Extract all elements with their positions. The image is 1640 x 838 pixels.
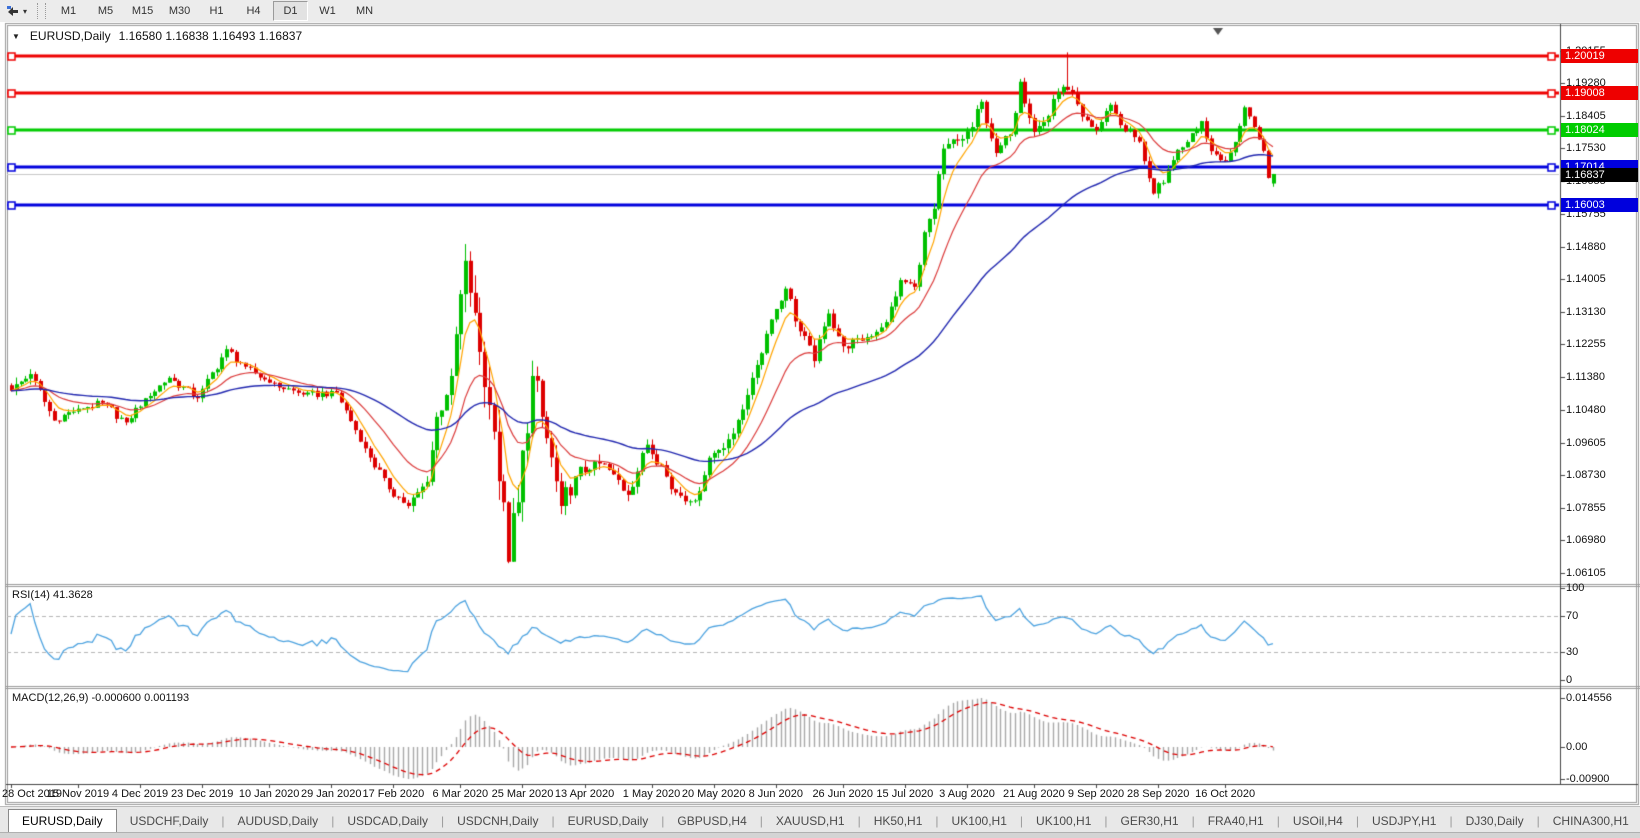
price-tick-label: 1.14880	[1566, 241, 1606, 253]
price-tick-label: 1.06105	[1566, 567, 1606, 579]
rsi-tick-label: 100	[1566, 582, 1584, 594]
chart-tab-1[interactable]: USDCHF,Daily	[117, 811, 222, 832]
price-tick-label: 1.14005	[1566, 273, 1606, 285]
timeframe-button-d1[interactable]: D1	[273, 1, 308, 21]
level-price-badge: 1.20019	[1561, 49, 1638, 63]
chart-tab-14[interactable]: USDJPY,H1	[1359, 811, 1449, 832]
macd-tick-label: -0.00900	[1566, 773, 1609, 785]
chart-tab-10[interactable]: UK100,H1	[1023, 811, 1104, 832]
chart-cursor-tool[interactable]: ▾	[0, 2, 33, 20]
chart-tab-2[interactable]: AUDUSD,Daily	[225, 811, 332, 832]
status-strip	[0, 832, 1640, 838]
chart-tab-12[interactable]: FRA40,H1	[1195, 811, 1277, 832]
chart-tab-11[interactable]: GER30,H1	[1108, 811, 1192, 832]
date-tick-label: 9 Sep 2020	[1068, 788, 1124, 801]
timeframe-buttons: M1M5M15M30H1H4D1W1MN	[50, 1, 383, 21]
price-tick-label: 1.18405	[1566, 110, 1606, 122]
chart-tab-7[interactable]: XAUUSD,H1	[763, 811, 858, 832]
current-price-badge: 1.16837	[1561, 168, 1638, 182]
macd-tick-label: 0.014556	[1566, 692, 1612, 704]
date-tick-label: 6 Mar 2020	[432, 788, 488, 801]
chevron-down-icon: ▾	[23, 7, 27, 16]
rsi-tick-label: 30	[1566, 646, 1578, 658]
toolbar-grip	[37, 3, 46, 19]
date-tick-label: 15 Nov 2019	[47, 788, 109, 801]
macd-tick-label: 0.00	[1566, 741, 1587, 753]
chart-tab-bar: EURUSD,DailyUSDCHF,Daily|AUDUSD,Daily|US…	[0, 806, 1640, 832]
timeframe-button-m1[interactable]: M1	[51, 1, 86, 21]
price-tick-label: 1.11380	[1566, 371, 1605, 383]
price-tick-label: 1.12255	[1566, 338, 1606, 350]
cursor-tool-icon	[6, 4, 20, 18]
chart-tab-0[interactable]: EURUSD,Daily	[8, 809, 117, 832]
date-tick-label: 13 Apr 2020	[555, 788, 614, 801]
timeframe-button-m5[interactable]: M5	[88, 1, 123, 21]
date-tick-label: 16 Oct 2020	[1195, 788, 1255, 801]
chart-symbol-label: EURUSD,Daily	[30, 29, 111, 43]
chart-tab-16[interactable]: CHINA300,H1	[1540, 811, 1640, 832]
date-tick-label: 21 Aug 2020	[1003, 788, 1065, 801]
rsi-indicator-label: RSI(14) 41.3628	[12, 589, 93, 601]
macd-indicator-label: MACD(12,26,9) -0.000600 0.001193	[12, 692, 189, 704]
level-price-badge: 1.19008	[1561, 86, 1638, 100]
price-tick-label: 1.09605	[1566, 437, 1606, 449]
date-tick-label: 8 Jun 2020	[749, 788, 803, 801]
chart-tab-13[interactable]: USOil,H4	[1280, 811, 1356, 832]
chart-tab-3[interactable]: USDCAD,Daily	[334, 811, 441, 832]
chart-tab-9[interactable]: UK100,H1	[939, 811, 1020, 832]
collapse-triangle-icon[interactable]: ▼	[12, 32, 20, 41]
price-chart-canvas[interactable]	[0, 22, 1640, 806]
price-tick-label: 1.17530	[1566, 142, 1606, 154]
level-price-badge: 1.18024	[1561, 123, 1638, 137]
rsi-tick-label: 0	[1566, 674, 1572, 686]
chart-ohlc-values: 1.16580 1.16838 1.16493 1.16837	[119, 29, 303, 43]
timeframe-button-w1[interactable]: W1	[310, 1, 345, 21]
date-tick-label: 20 May 2020	[682, 788, 746, 801]
price-tick-label: 1.07855	[1566, 502, 1606, 514]
date-tick-label: 4 Dec 2019	[112, 788, 168, 801]
date-tick-label: 28 Sep 2020	[1127, 788, 1189, 801]
timeframe-button-h4[interactable]: H4	[236, 1, 271, 21]
chart-tab-4[interactable]: USDCNH,Daily	[444, 811, 551, 832]
date-tick-label: 17 Feb 2020	[363, 788, 425, 801]
timeframe-button-mn[interactable]: MN	[347, 1, 382, 21]
chart-tab-15[interactable]: DJ30,Daily	[1453, 811, 1537, 832]
date-tick-label: 1 May 2020	[623, 788, 680, 801]
date-tick-label: 10 Jan 2020	[239, 788, 300, 801]
chart-tab-6[interactable]: GBPUSD,H4	[664, 811, 759, 832]
price-tick-label: 1.06980	[1566, 534, 1606, 546]
date-tick-label: 23 Dec 2019	[171, 788, 233, 801]
level-price-badge: 1.16003	[1561, 198, 1638, 212]
date-tick-label: 25 Mar 2020	[492, 788, 554, 801]
timeframe-toolbar: ▾ M1M5M15M30H1H4D1W1MN	[0, 0, 1640, 23]
timeframe-button-m30[interactable]: M30	[162, 1, 197, 21]
price-tick-label: 1.13130	[1566, 306, 1606, 318]
mt4-terminal: ▾ M1M5M15M30H1H4D1W1MN ▼ EURUSD,Daily 1.…	[0, 0, 1640, 838]
date-tick-label: 29 Jan 2020	[301, 788, 362, 801]
timeframe-button-h1[interactable]: H1	[199, 1, 234, 21]
chart-tab-5[interactable]: EURUSD,Daily	[555, 811, 662, 832]
timeframe-button-m15[interactable]: M15	[125, 1, 160, 21]
chart-title: ▼ EURUSD,Daily 1.16580 1.16838 1.16493 1…	[12, 29, 302, 43]
price-tick-label: 1.10480	[1566, 404, 1606, 416]
rsi-tick-label: 70	[1566, 610, 1578, 622]
date-tick-label: 15 Jul 2020	[876, 788, 933, 801]
chart-window: ▼ EURUSD,Daily 1.16580 1.16838 1.16493 1…	[0, 22, 1640, 806]
date-tick-label: 26 Jun 2020	[812, 788, 873, 801]
date-tick-label: 3 Aug 2020	[939, 788, 995, 801]
price-tick-label: 1.08730	[1566, 469, 1606, 481]
chart-tab-8[interactable]: HK50,H1	[861, 811, 936, 832]
